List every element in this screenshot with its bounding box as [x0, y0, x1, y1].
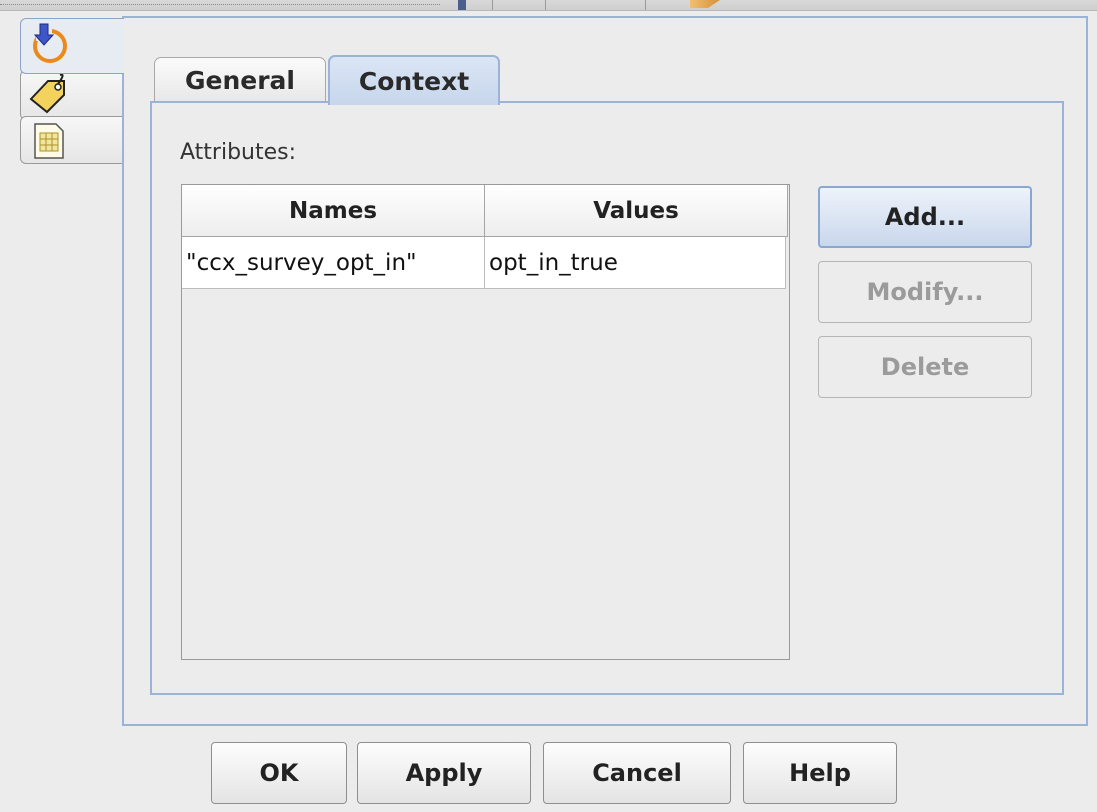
column-header-names[interactable]: Names [182, 185, 485, 237]
cancel-button[interactable]: Cancel [543, 742, 731, 804]
strip-divider [492, 0, 493, 10]
tab-general[interactable]: General [154, 57, 326, 103]
help-button[interactable]: Help [743, 742, 897, 804]
attribute-name-cell[interactable]: "ccx_survey_opt_in" [182, 237, 485, 288]
table-row[interactable]: "ccx_survey_opt_in" opt_in_true [182, 237, 786, 289]
attributes-table[interactable]: Names Values "ccx_survey_opt_in" opt_in_… [181, 184, 790, 660]
side-tab-refresh[interactable] [20, 18, 124, 74]
refresh-arrow-icon [32, 23, 67, 63]
side-tab-document[interactable] [20, 116, 124, 164]
ok-button[interactable]: OK [211, 742, 347, 804]
orange-icon [690, 0, 720, 8]
add-button[interactable]: Add... [818, 186, 1032, 248]
delete-button[interactable]: Delete [818, 336, 1032, 398]
attributes-label: Attributes: [180, 140, 297, 165]
strip-divider [545, 0, 546, 10]
column-header-values[interactable]: Values [485, 185, 788, 237]
document-icon [33, 123, 64, 159]
tab-context[interactable]: Context [328, 55, 500, 105]
side-tab-tag[interactable] [20, 70, 124, 120]
apply-button[interactable]: Apply [357, 742, 531, 804]
parent-window-strip [0, 0, 1097, 11]
dotted-line [0, 4, 440, 6]
strip-divider [645, 0, 646, 10]
attribute-value-cell[interactable]: opt_in_true [485, 237, 786, 288]
scroll-thumb [458, 0, 466, 10]
modify-button[interactable]: Modify... [818, 261, 1032, 323]
tag-icon [29, 73, 65, 114]
